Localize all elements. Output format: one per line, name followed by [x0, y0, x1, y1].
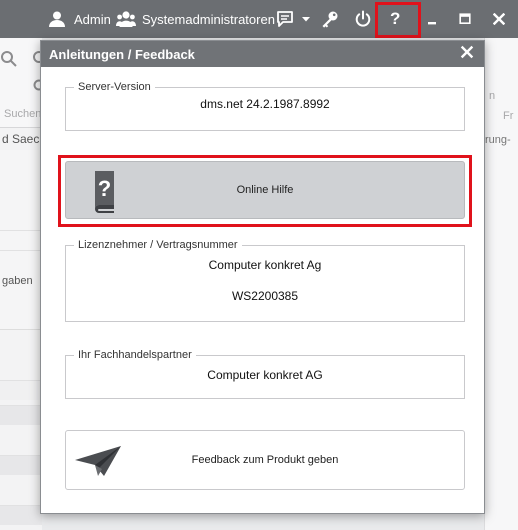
minimize-button[interactable] [427, 0, 439, 38]
list-item [0, 230, 42, 250]
list-item: gaben [2, 275, 33, 287]
server-version-legend: Server-Version [78, 81, 151, 93]
maximize-button[interactable] [459, 0, 471, 38]
background-right-text: n [489, 90, 496, 102]
minimize-icon [427, 13, 439, 25]
table-row [0, 405, 42, 425]
help-highlight-frame [375, 2, 421, 38]
partner-value: Computer konkret AG [207, 368, 323, 382]
group-icon [116, 10, 136, 28]
user-name: Admin [74, 11, 111, 27]
title-bar: Admin Systemadministratoren ? [0, 0, 518, 38]
user-menu[interactable]: Admin [48, 0, 111, 38]
server-version-group: Server-Version dms.net 24.2.1987.8992 [65, 81, 465, 131]
dialog-title: Anleitungen / Feedback [49, 46, 195, 62]
logout-button[interactable] [354, 0, 372, 38]
partner-legend: Ihr Fachhandelspartner [78, 349, 192, 361]
ribbon-search-label: Suchen [4, 108, 42, 120]
key-icon [320, 9, 340, 29]
server-version-value: dms.net 24.2.1987.8992 [200, 97, 330, 111]
background-right-text: Fr [503, 110, 514, 122]
background-right-panel: n Fr rung- [484, 38, 518, 530]
close-icon [460, 45, 474, 62]
close-icon [493, 13, 505, 25]
online-help-button[interactable]: ? Online Hilfe [65, 161, 465, 219]
background-ribbon: Suchen [0, 38, 45, 128]
help-feedback-dialog: Anleitungen / Feedback Server-Version dm… [40, 40, 485, 514]
power-icon [354, 10, 372, 28]
feedback-label: Feedback zum Produkt geben [191, 454, 339, 466]
dialog-header: Anleitungen / Feedback [41, 41, 484, 67]
chat-dropdown-button[interactable] [301, 0, 311, 38]
background-path: d Saeck [2, 132, 42, 146]
licensee-company: Computer konkret Ag [208, 258, 322, 272]
table-row [0, 455, 42, 475]
key-button[interactable] [320, 0, 340, 38]
group-name: Systemadministratoren [142, 11, 275, 27]
background-panel: gaben [0, 150, 42, 330]
table-row [0, 380, 42, 400]
maximize-icon [459, 13, 471, 25]
licensee-legend: Lizenznehmer / Vertragsnummer [78, 239, 238, 251]
table-row [0, 505, 42, 525]
close-window-button[interactable] [493, 0, 505, 38]
chat-icon [276, 10, 294, 28]
list-item [0, 250, 42, 270]
group-menu[interactable]: Systemadministratoren [116, 0, 275, 38]
dropdown-icon [301, 14, 311, 24]
licensee-group: Lizenznehmer / Vertragsnummer Computer k… [65, 239, 465, 322]
partner-group: Ihr Fachhandelspartner Computer konkret … [65, 349, 465, 399]
online-help-label: Online Hilfe [236, 184, 294, 196]
chat-button[interactable] [276, 0, 294, 38]
dialog-close-button[interactable] [460, 45, 476, 61]
user-icon [48, 10, 66, 28]
feedback-button[interactable]: Feedback zum Produkt geben [65, 430, 465, 490]
background-right-text: rung- [485, 134, 511, 146]
search-icon [0, 50, 18, 73]
contract-number: WS2200385 [231, 289, 299, 303]
